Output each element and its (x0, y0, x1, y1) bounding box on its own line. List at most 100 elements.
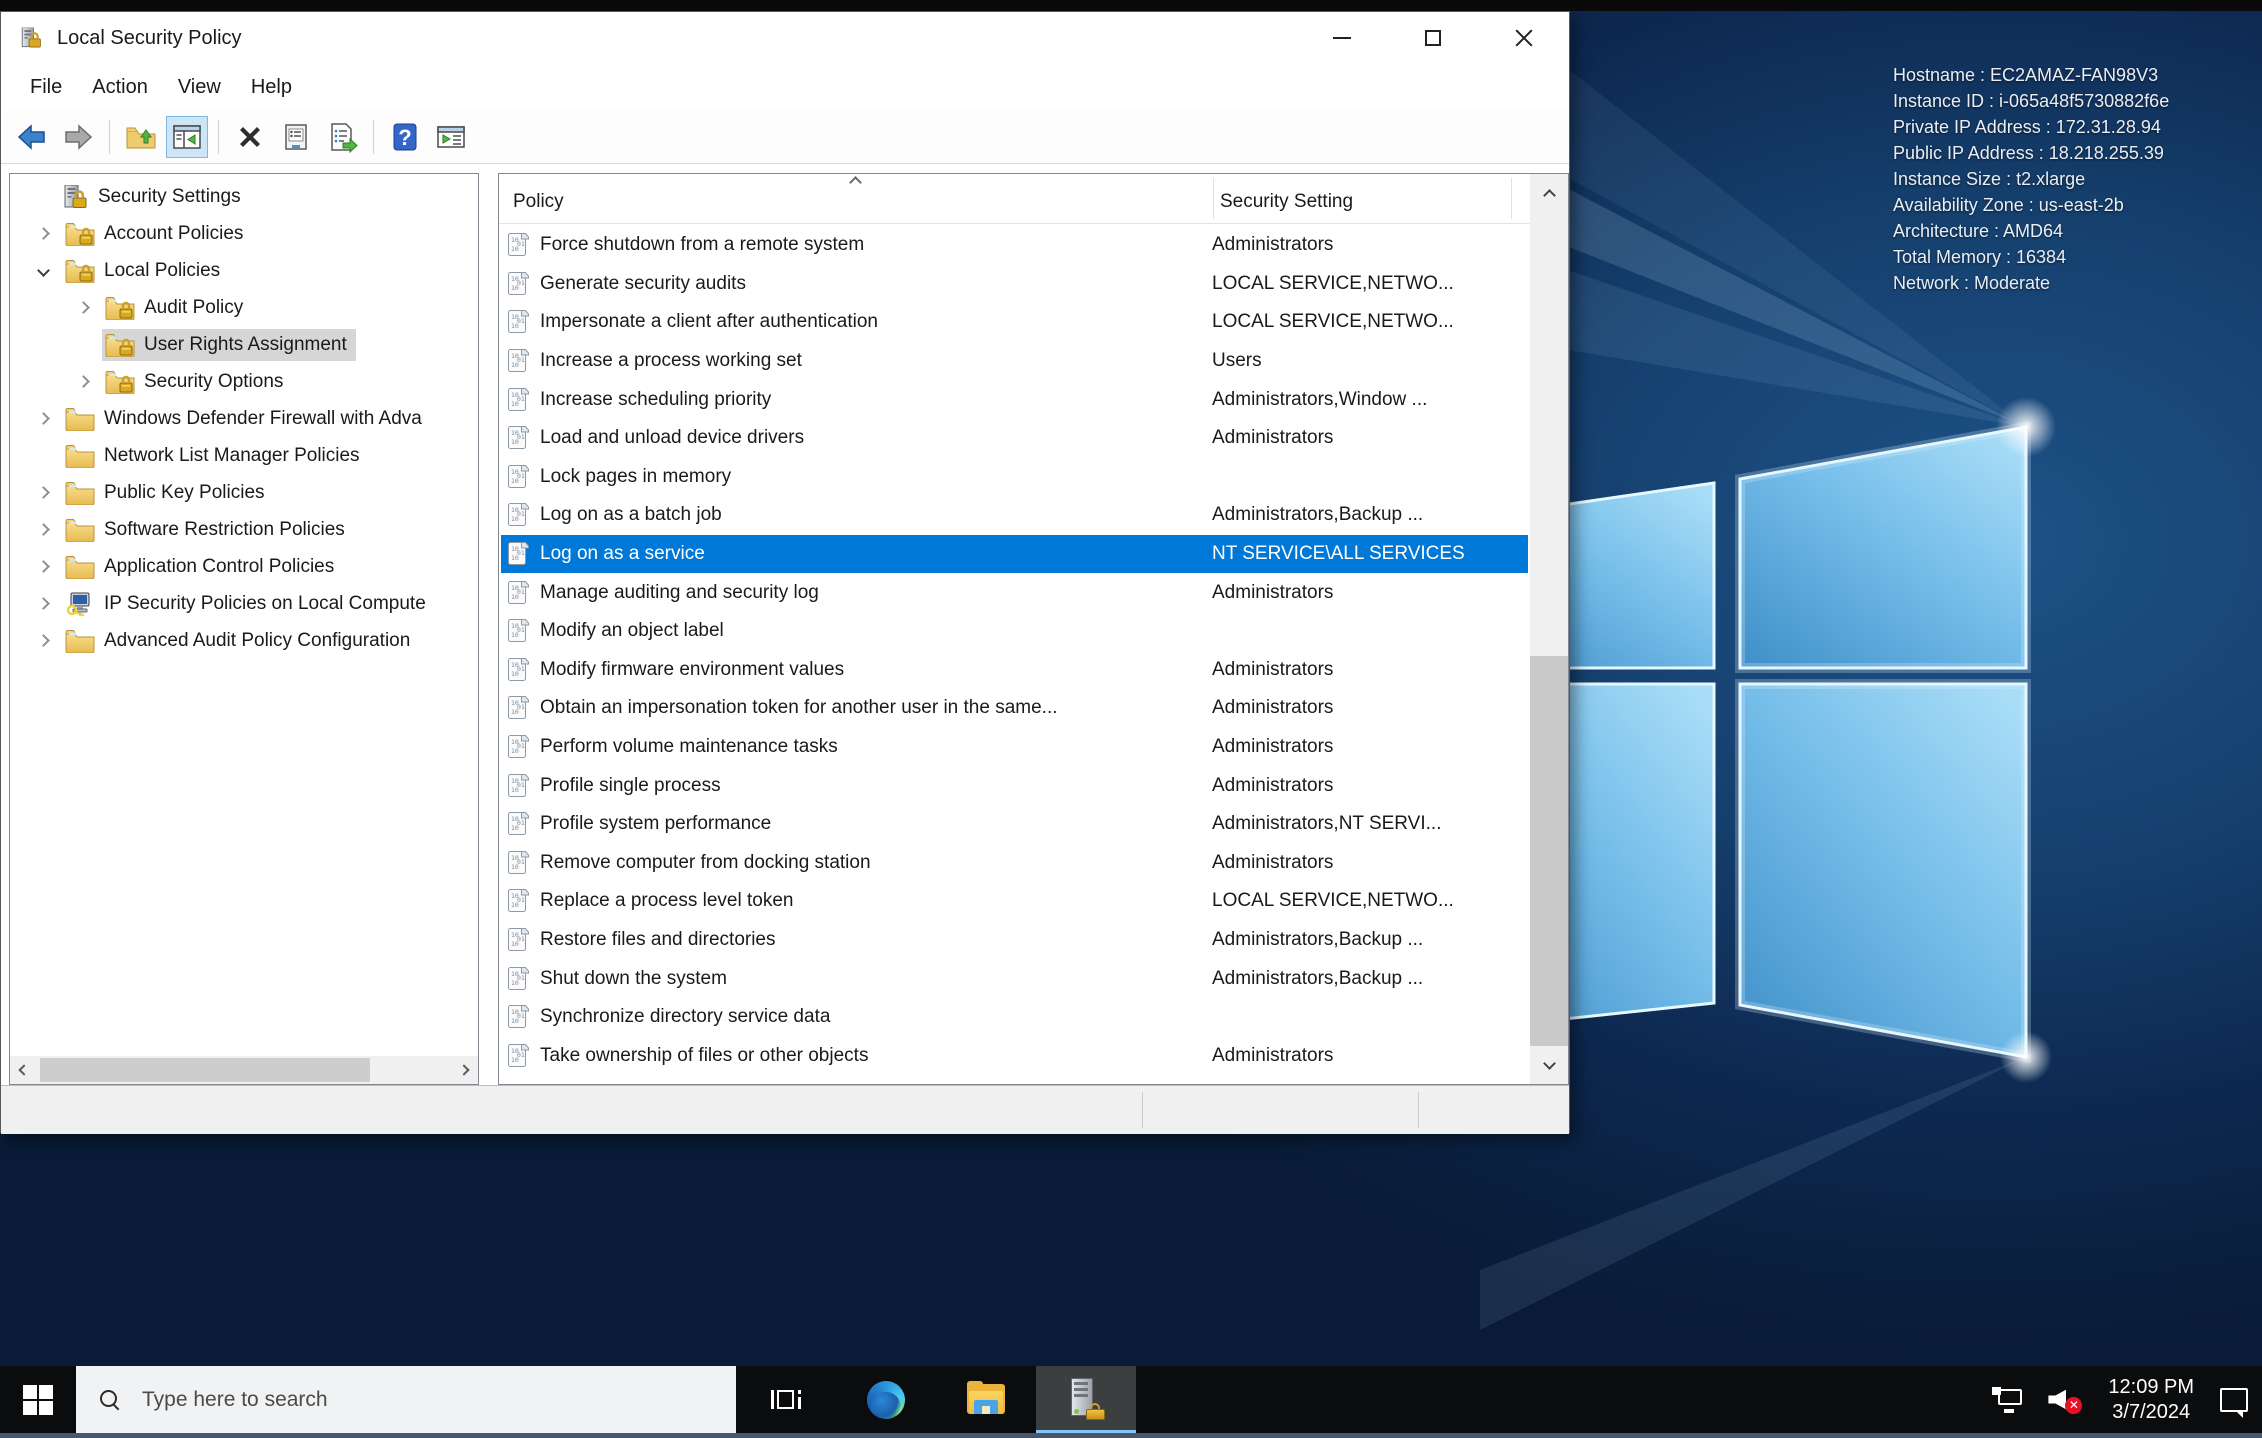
policy-row[interactable]: Log on as a batch job Administrators,Bac… (501, 496, 1528, 535)
start-button[interactable] (0, 1366, 76, 1433)
policy-row[interactable]: Log on as a service NT SERVICE\ALL SERVI… (501, 534, 1528, 574)
tree-expand-chevron-icon[interactable] (24, 522, 62, 538)
policy-row[interactable]: Take ownership of files or other objects… (501, 1036, 1528, 1075)
tree-item[interactable]: Public Key Policies (10, 474, 478, 511)
task-view-icon (771, 1387, 801, 1413)
column-divider[interactable] (1213, 178, 1214, 219)
minimize-button[interactable] (1296, 12, 1387, 64)
close-button[interactable] (1478, 12, 1569, 64)
scroll-right-arrow-icon[interactable] (450, 1056, 478, 1084)
policy-row[interactable]: Modify an object label (501, 612, 1528, 651)
menu-item[interactable]: Action (77, 70, 163, 105)
tree-expand-chevron-icon[interactable] (24, 448, 62, 464)
tree-expand-chevron-icon[interactable] (24, 559, 62, 575)
tree-item[interactable]: Account Policies (10, 215, 478, 252)
policy-row[interactable]: Shut down the system Administrators,Back… (501, 959, 1528, 998)
policy-row[interactable]: Restore files and directories Administra… (501, 921, 1528, 960)
tree-expand-chevron-icon[interactable] (64, 337, 102, 353)
up-one-level-button[interactable] (120, 116, 162, 158)
tree-expand-chevron-icon[interactable] (64, 300, 102, 316)
tree-item[interactable]: Advanced Audit Policy Configuration (10, 622, 478, 659)
policy-document-icon (506, 309, 531, 335)
scroll-down-arrow-icon[interactable] (1530, 1048, 1568, 1084)
titlebar[interactable]: Local Security Policy (1, 12, 1569, 64)
help-button[interactable]: ? (384, 116, 426, 158)
export-list-button[interactable] (321, 116, 363, 158)
policy-name: Increase a process working set (540, 350, 802, 372)
search-input[interactable] (140, 1386, 580, 1413)
volume-muted-icon[interactable]: ✕ (2048, 1386, 2083, 1414)
list-vertical-scrollbar[interactable] (1530, 174, 1568, 1084)
taskbar-search-box[interactable] (76, 1366, 736, 1433)
taskbar-clock[interactable]: 12:09 PM 3/7/2024 (2108, 1375, 2194, 1425)
policy-row[interactable]: Force shutdown from a remote system Admi… (501, 226, 1528, 265)
policy-row[interactable]: Replace a process level token LOCAL SERV… (501, 882, 1528, 921)
show-console-tree-button[interactable] (166, 115, 208, 158)
policy-row[interactable]: Profile single process Administrators (501, 766, 1528, 805)
policy-row[interactable]: Modify firmware environment values Admin… (501, 651, 1528, 690)
edge-taskbar-button[interactable] (836, 1366, 936, 1433)
tree-item[interactable]: Software Restriction Policies (10, 511, 478, 548)
task-view-button[interactable] (736, 1366, 836, 1433)
tree-item[interactable]: Security Settings (10, 178, 478, 215)
tree-item[interactable]: Application Control Policies (10, 548, 478, 585)
forward-button[interactable] (57, 116, 99, 158)
policy-row[interactable]: Profile system performance Administrator… (501, 805, 1528, 844)
tree-item-icon (65, 592, 95, 616)
ec2-info-line: Network : Moderate (1893, 273, 2051, 293)
policy-row[interactable]: Increase scheduling priority Administrat… (501, 380, 1528, 419)
policy-row[interactable]: Remove computer from docking station Adm… (501, 844, 1528, 883)
column-header-security-setting[interactable]: Security Setting (1220, 174, 1353, 224)
policy-row[interactable]: Manage auditing and security log Adminis… (501, 573, 1528, 612)
policy-row[interactable]: Impersonate a client after authenticatio… (501, 303, 1528, 342)
tree-item-label: Security Options (144, 370, 284, 392)
policy-row[interactable]: Obtain an impersonation token for anothe… (501, 689, 1528, 728)
policy-row[interactable]: Lock pages in memory (501, 458, 1528, 497)
policy-row[interactable]: Increase a process working set Users (501, 342, 1528, 381)
tree-scrollbar-thumb[interactable] (40, 1058, 370, 1082)
tree-expand-chevron-icon[interactable] (24, 485, 62, 501)
tree-expand-chevron-icon[interactable] (24, 263, 62, 279)
menu-item[interactable]: View (163, 70, 236, 105)
properties-button[interactable] (275, 116, 317, 158)
tree-expand-chevron-icon[interactable] (24, 596, 62, 612)
tree-expand-chevron-icon[interactable] (24, 633, 62, 649)
delete-button[interactable] (229, 116, 271, 158)
security-setting-value: Administrators (1212, 774, 1334, 796)
ec2-info-line: Architecture : AMD64 (1893, 221, 2064, 241)
maximize-button[interactable] (1387, 12, 1478, 64)
scroll-left-arrow-icon[interactable] (10, 1056, 38, 1084)
local-security-policy-taskbar-button[interactable] (1036, 1366, 1136, 1433)
tree-item[interactable]: Audit Policy (10, 289, 478, 326)
tree-expand-chevron-icon[interactable] (64, 374, 102, 390)
mute-badge: ✕ (2065, 1396, 2083, 1414)
network-icon[interactable] (1992, 1386, 2023, 1413)
tree-expand-chevron-icon[interactable] (18, 189, 56, 205)
back-button[interactable] (11, 116, 53, 158)
tree-horizontal-scrollbar[interactable] (10, 1056, 478, 1084)
tree-item[interactable]: User Rights Assignment (10, 326, 478, 363)
tree-item[interactable]: Local Policies (10, 252, 478, 289)
list-scrollbar-thumb[interactable] (1530, 656, 1568, 1046)
menu-item[interactable]: File (15, 70, 77, 105)
scroll-up-arrow-icon[interactable] (1530, 174, 1568, 210)
menu-item[interactable]: Help (236, 70, 307, 105)
ec2-info-line: Total Memory : 16384 (1893, 247, 2067, 267)
policy-row[interactable]: Load and unload device drivers Administr… (501, 419, 1528, 458)
policy-row[interactable]: Perform volume maintenance tasks Adminis… (501, 728, 1528, 767)
policy-row[interactable]: Synchronize directory service data (501, 998, 1528, 1037)
tree-expand-chevron-icon[interactable] (24, 226, 62, 242)
column-divider[interactable] (1511, 178, 1512, 219)
system-tray: ✕ 12:09 PM 3/7/2024 (1992, 1366, 2262, 1433)
tree-item[interactable]: Security Options (10, 363, 478, 400)
action-center-icon[interactable] (2220, 1387, 2248, 1418)
policy-row[interactable]: Generate security audits LOCAL SERVICE,N… (501, 265, 1528, 304)
new-window-button[interactable] (430, 116, 472, 158)
tree-item[interactable]: IP Security Policies on Local Compute (10, 585, 478, 622)
tree-item[interactable]: Network List Manager Policies (10, 437, 478, 474)
column-header-policy[interactable]: Policy (513, 174, 564, 224)
tree-item[interactable]: Windows Defender Firewall with Adva (10, 400, 478, 437)
file-explorer-taskbar-button[interactable] (936, 1366, 1036, 1433)
policy-document-icon (506, 425, 531, 451)
tree-expand-chevron-icon[interactable] (24, 411, 62, 427)
